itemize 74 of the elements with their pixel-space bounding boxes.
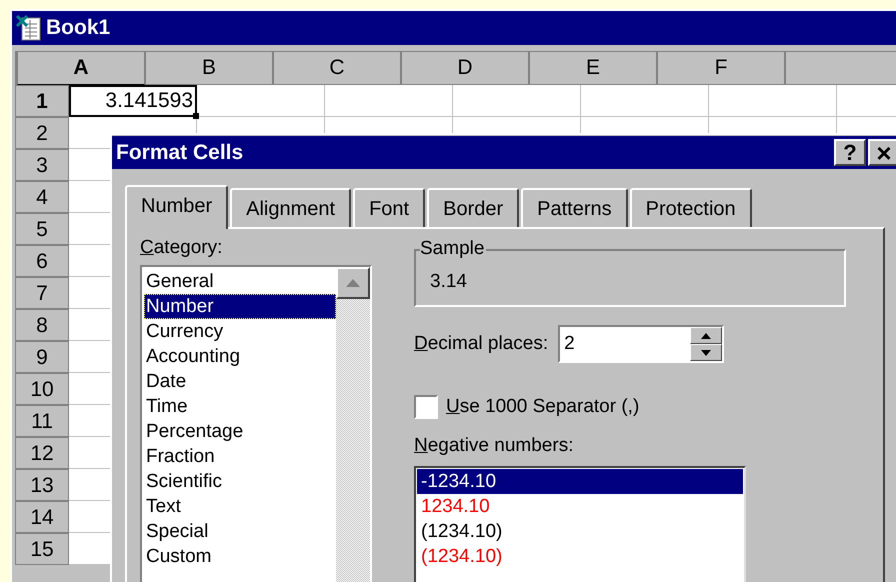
row-header[interactable]: 11 [15,405,69,437]
list-item[interactable]: Scientific [144,469,336,494]
cell[interactable] [197,85,325,117]
tab[interactable]: Border [427,188,520,227]
spreadsheet-icon [16,14,42,42]
tab[interactable]: Patterns [521,188,628,227]
spin-down-button[interactable] [690,344,722,361]
active-cell[interactable]: 3.141593 [69,85,197,117]
list-item[interactable]: General [144,269,336,294]
row-header[interactable]: 4 [15,181,69,213]
cell[interactable] [453,85,581,117]
row-header[interactable]: 6 [15,245,69,277]
list-item[interactable]: (1234.10) [417,544,743,569]
scroll-up-button[interactable] [336,267,370,299]
fill-handle[interactable] [193,113,199,119]
list-item[interactable]: Date [144,369,336,394]
list-item[interactable]: Accounting [144,344,336,369]
decimal-places-spinner[interactable]: 2 [558,325,724,363]
up-arrow-icon [701,332,712,338]
row-header[interactable]: 1 [15,85,69,117]
dialog-title: Format Cells [116,140,244,166]
row-header[interactable]: 14 [15,501,69,533]
column-header[interactable]: E [529,51,657,85]
category-list[interactable]: General Number Currency Accounting Date Time Percentage Fraction Scientific Text Special Custom [140,265,372,582]
separator-label: Use 1000 Separator (,) [446,396,640,417]
column-header[interactable] [785,51,896,85]
spin-up-button[interactable] [690,327,722,344]
row-header[interactable]: 3 [15,149,69,181]
decimal-places-label: Decimal places: [414,332,548,354]
sample-label: Sample [420,238,486,260]
list-item[interactable]: Fraction [144,444,336,469]
list-item[interactable]: (1234.10) [417,519,743,544]
list-item[interactable]: Percentage [144,419,336,444]
list-item[interactable]: Time [144,394,336,419]
up-arrow-icon [346,279,360,287]
spinner-value: 2 [563,332,576,356]
row-header[interactable]: 7 [15,277,69,309]
close-button[interactable]: × [868,139,896,166]
row-header[interactable]: 10 [15,373,69,405]
column-header[interactable]: B [145,51,273,85]
cell[interactable] [709,85,837,117]
column-header[interactable]: D [401,51,529,85]
row-header[interactable]: 5 [15,213,69,245]
separator-checkbox[interactable] [414,395,438,420]
tab[interactable]: Font [353,188,426,227]
tab[interactable]: Protection [630,188,752,227]
tab[interactable]: Number [125,185,228,229]
column-header[interactable]: F [657,51,785,85]
list-item[interactable]: Currency [144,319,336,344]
list-item[interactable]: Custom [144,544,336,569]
row-header[interactable]: 9 [15,341,69,373]
row-header[interactable]: 13 [15,469,69,501]
negative-numbers-list[interactable]: -1234.10 1234.10 (1234.10) (1234.10) [414,466,746,582]
tab[interactable]: Alignment [230,188,352,227]
row-header[interactable]: 8 [15,309,69,341]
down-arrow-icon [701,350,712,356]
scrollbar[interactable] [336,267,370,582]
column-header[interactable]: C [273,51,401,85]
list-item[interactable]: 1234.10 [417,494,743,519]
list-item[interactable]: Special [144,519,336,544]
list-item[interactable]: Text [144,494,336,519]
cell[interactable] [325,85,453,117]
column-header[interactable]: A [17,51,145,85]
row-header[interactable]: 15 [15,533,69,565]
help-button[interactable]: ? [834,139,866,166]
row-header[interactable]: 12 [15,437,69,469]
category-label: Category: [140,237,222,258]
row-header[interactable]: 2 [15,117,69,149]
window-title: Book1 [46,15,110,42]
cell[interactable] [581,85,709,117]
negative-numbers-label: Negative numbers: [414,434,574,456]
list-item[interactable]: Number [144,294,336,319]
sample-value: 3.14 [430,271,467,293]
list-item[interactable]: -1234.10 [417,469,743,494]
